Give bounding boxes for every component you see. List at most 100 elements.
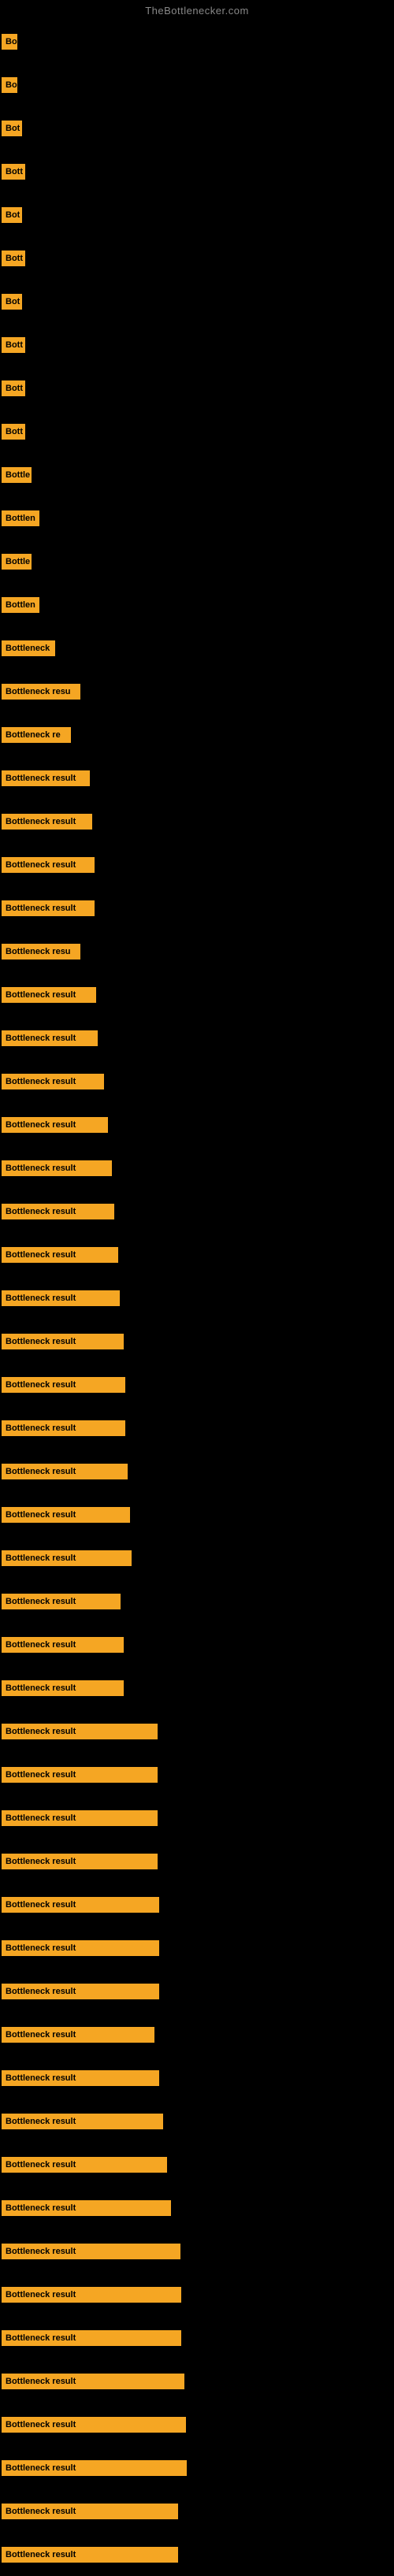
list-item: Bottleneck result xyxy=(0,1146,394,1190)
list-item: Bottleneck result xyxy=(0,1709,394,1753)
bottleneck-label: Bottleneck result xyxy=(2,1897,159,1913)
list-item: Bottleneck result xyxy=(0,1623,394,1666)
bottleneck-label: Bott xyxy=(2,251,25,266)
bottleneck-label: Bot xyxy=(2,294,22,310)
list-item: Bott xyxy=(0,366,394,410)
list-item: Bot xyxy=(0,106,394,150)
list-item: Bottleneck result xyxy=(0,1016,394,1060)
bottleneck-label: Bottleneck result xyxy=(2,1984,159,1999)
bottleneck-label: Bottleneck result xyxy=(2,2287,181,2303)
bottleneck-label: Bottleneck result xyxy=(2,1290,120,1306)
bottleneck-label: Bottleneck result xyxy=(2,1334,124,1349)
list-item: Bottleneck result xyxy=(0,973,394,1016)
list-item: Bottleneck result xyxy=(0,886,394,930)
bottleneck-label: Bott xyxy=(2,337,25,353)
bottleneck-label: Bottleneck result xyxy=(2,1507,130,1523)
bottleneck-label: Bottleneck result xyxy=(2,1160,112,1176)
list-item: Bottleneck result xyxy=(0,1536,394,1579)
list-item: Bottleneck result xyxy=(0,2143,394,2186)
list-item: Bott xyxy=(0,236,394,280)
list-item: Bottleneck resu xyxy=(0,930,394,973)
bottleneck-label: Bottleneck result xyxy=(2,1854,158,1869)
bottleneck-label: Bottleneck result xyxy=(2,1074,104,1089)
list-item: Bo xyxy=(0,20,394,63)
bottleneck-label: Bottleneck result xyxy=(2,1420,125,1436)
list-item: Bottleneck result xyxy=(0,1666,394,1709)
list-item: Bottleneck result xyxy=(0,2186,394,2229)
bottleneck-label: Bottleneck result xyxy=(2,1030,98,1046)
list-item: Bottleneck result xyxy=(0,1449,394,1493)
list-item: Bottleneck result xyxy=(0,1579,394,1623)
list-item: Bottleneck result xyxy=(0,2229,394,2273)
bottleneck-label: Bottlen xyxy=(2,597,39,613)
site-title: TheBottlenecker.com xyxy=(0,0,394,20)
bottleneck-label: Bottleneck result xyxy=(2,2114,163,2129)
list-item: Bottleneck result xyxy=(0,2533,394,2576)
list-item: Bottlen xyxy=(0,496,394,540)
list-item: Bottleneck re xyxy=(0,713,394,756)
list-item: Bott xyxy=(0,150,394,193)
list-item: Bot xyxy=(0,280,394,323)
list-item: Bott xyxy=(0,410,394,453)
list-item: Bottleneck xyxy=(0,626,394,670)
bottleneck-label: Bottleneck resu xyxy=(2,684,80,700)
bottleneck-label: Bottleneck result xyxy=(2,770,90,786)
bottleneck-label: Bottleneck result xyxy=(2,2200,171,2216)
bottleneck-label: Bottleneck result xyxy=(2,1377,125,1393)
bottleneck-label: Bottleneck result xyxy=(2,1550,132,1566)
bottleneck-label: Bottleneck result xyxy=(2,1767,158,1783)
bottleneck-label: Bottleneck result xyxy=(2,2330,181,2346)
bottleneck-label: Bottleneck result xyxy=(2,2244,180,2259)
bottleneck-label: Bott xyxy=(2,424,25,440)
bottleneck-label: Bott xyxy=(2,380,25,396)
bottleneck-label: Bottleneck result xyxy=(2,2374,184,2389)
list-item: Bottleneck result xyxy=(0,1839,394,1883)
list-item: Bottleneck result xyxy=(0,1753,394,1796)
list-item: Bottleneck result xyxy=(0,1190,394,1233)
list-item: Bottleneck resu xyxy=(0,670,394,713)
list-item: Bott xyxy=(0,323,394,366)
bottleneck-label: Bot xyxy=(2,121,22,136)
list-item: Bottleneck result xyxy=(0,1883,394,1926)
bottleneck-label: Bottleneck result xyxy=(2,1724,158,1739)
bottleneck-label: Bottleneck result xyxy=(2,1247,118,1263)
list-item: Bottleneck result xyxy=(0,756,394,800)
bottleneck-label: Bottleneck result xyxy=(2,2027,154,2043)
bottleneck-label: Bottle xyxy=(2,554,32,570)
list-item: Bottleneck result xyxy=(0,1493,394,1536)
bottleneck-label: Bottleneck result xyxy=(2,1117,108,1133)
list-item: Bottleneck result xyxy=(0,1320,394,1363)
bottleneck-label: Bottleneck result xyxy=(2,987,96,1003)
bottleneck-label: Bottleneck result xyxy=(2,2157,167,2173)
list-item: Bot xyxy=(0,193,394,236)
list-item: Bottleneck result xyxy=(0,1969,394,2013)
list-item: Bottleneck result xyxy=(0,1406,394,1449)
bottleneck-label: Bo xyxy=(2,77,17,93)
bottleneck-label: Bottleneck result xyxy=(2,1940,159,1956)
bottleneck-label: Bott xyxy=(2,164,25,180)
list-item: Bottleneck result xyxy=(0,2489,394,2533)
bottleneck-label: Bottleneck result xyxy=(2,814,92,830)
bottleneck-label: Bo xyxy=(2,34,17,50)
list-item: Bottleneck result xyxy=(0,1276,394,1320)
bottleneck-label: Bottleneck result xyxy=(2,1680,124,1696)
list-item: Bottle xyxy=(0,540,394,583)
list-item: Bottle xyxy=(0,453,394,496)
bottleneck-label: Bottleneck result xyxy=(2,1637,124,1653)
bottleneck-label: Bottleneck result xyxy=(2,900,95,916)
list-item: Bo xyxy=(0,63,394,106)
bottleneck-label: Bottleneck result xyxy=(2,857,95,873)
list-item: Bottlen xyxy=(0,583,394,626)
list-item: Bottleneck result xyxy=(0,2403,394,2446)
bottleneck-label: Bottleneck result xyxy=(2,2070,159,2086)
list-item: Bottleneck result xyxy=(0,2359,394,2403)
bottleneck-label: Bottlen xyxy=(2,510,39,526)
list-item: Bottleneck result xyxy=(0,1363,394,1406)
list-item: Bottleneck result xyxy=(0,2446,394,2489)
bottleneck-label: Bottleneck resu xyxy=(2,944,80,960)
list-item: Bottleneck result xyxy=(0,2013,394,2056)
bottleneck-label: Bottleneck xyxy=(2,640,55,656)
bottleneck-label: Bottleneck result xyxy=(2,2547,178,2563)
bottleneck-label: Bottle xyxy=(2,467,32,483)
list-item: Bottleneck result xyxy=(0,843,394,886)
